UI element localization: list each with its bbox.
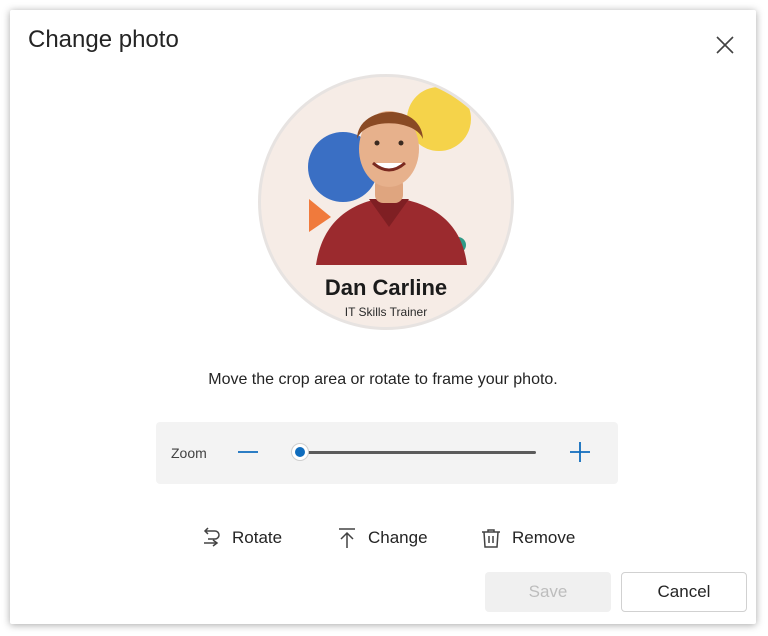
person-role: IT Skills Trainer (344, 305, 428, 319)
rotate-label: Rotate (232, 528, 283, 547)
person-name: Dan Carline (324, 275, 448, 300)
zoom-label: Zoom (171, 445, 207, 461)
upload-icon (336, 526, 360, 550)
trash-icon (480, 526, 504, 550)
dialog-title: Change photo (28, 26, 179, 53)
plus-icon (570, 442, 590, 462)
orange-triangle (309, 199, 331, 232)
person-eye-left (374, 140, 380, 146)
cancel-button[interactable]: Cancel (621, 572, 747, 612)
rotate-button[interactable]: Rotate (200, 523, 282, 553)
close-button[interactable] (710, 30, 740, 60)
zoom-in-button[interactable] (566, 438, 594, 466)
save-button[interactable]: Save (485, 572, 611, 612)
change-label: Change (368, 528, 428, 547)
close-icon (716, 36, 734, 54)
crop-instructions: Move the crop area or rotate to frame yo… (208, 371, 558, 388)
profile-photo[interactable]: Dan Carline IT Skills Trainer (258, 74, 514, 330)
remove-label: Remove (512, 528, 576, 547)
zoom-slider-track[interactable] (300, 451, 536, 454)
person-eye-right (398, 140, 404, 146)
minus-icon (238, 451, 258, 453)
remove-button[interactable]: Remove (480, 523, 575, 553)
zoom-out-button[interactable] (234, 438, 262, 466)
rotate-icon (200, 526, 224, 550)
change-photo-dialog: Change photo Dan Carline IT Skills Train… (10, 10, 756, 624)
change-button[interactable]: Change (336, 523, 428, 553)
zoom-panel: Zoom (156, 422, 618, 484)
zoom-slider-thumb[interactable] (291, 443, 309, 461)
